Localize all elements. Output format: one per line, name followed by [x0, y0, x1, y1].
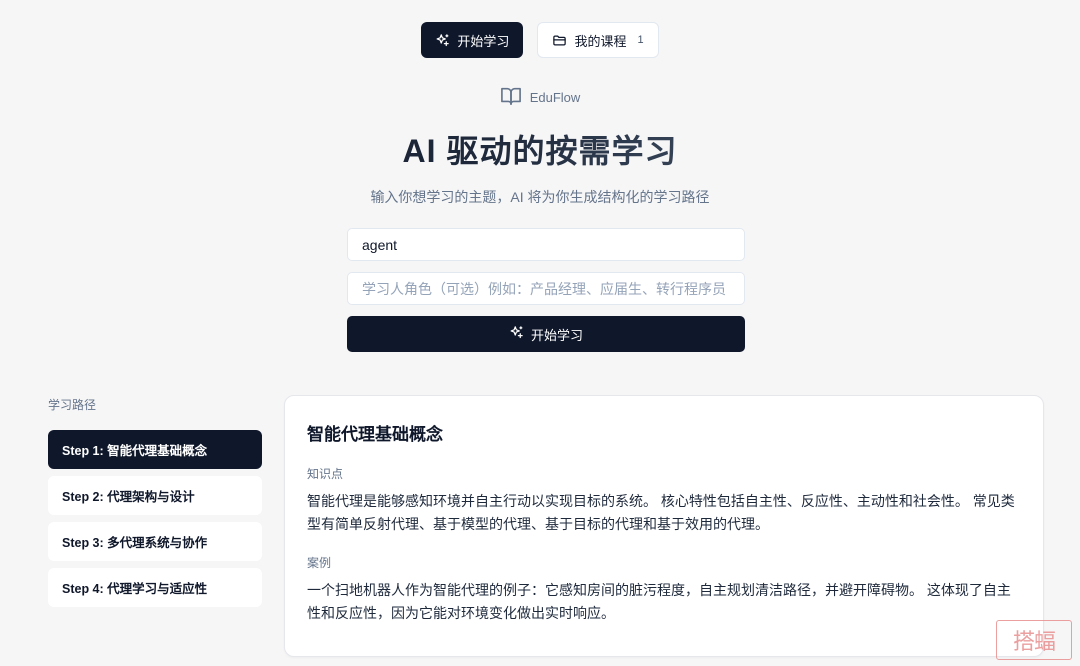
step-item-4[interactable]: Step 4: 代理学习与适应性: [48, 568, 262, 607]
start-learning-label: 开始学习: [530, 327, 583, 343]
start-learning-nav-label: 开始学习: [457, 33, 510, 49]
topic-input[interactable]: [347, 228, 745, 261]
watermark-stamp: 搭蝠: [996, 620, 1072, 660]
knowledge-label: 知识点: [307, 467, 344, 481]
step-label: Step 1: 智能代理基础概念: [62, 444, 208, 458]
book-open-icon: [500, 86, 522, 109]
step-item-1[interactable]: Step 1: 智能代理基础概念: [48, 430, 262, 469]
folder-icon: [552, 33, 567, 48]
page-title: AI 驱动的按需学习: [0, 126, 1080, 172]
step-label: Step 3: 多代理系统与协作: [62, 536, 208, 550]
role-input[interactable]: [347, 272, 745, 305]
example-text: 一个扫地机器人作为智能代理的例子：它感知房间的脏污程度，自主规划清洁路径，并避开…: [307, 582, 1011, 621]
learning-path-steps: Step 1: 智能代理基础概念 Step 2: 代理架构与设计 Step 3:…: [48, 430, 262, 614]
page-subtitle: 输入你想学习的主题，AI 将为你生成结构化的学习路径: [370, 189, 710, 205]
example-label: 案例: [307, 556, 332, 570]
step-label: Step 2: 代理架构与设计: [62, 490, 195, 504]
start-learning-nav-button[interactable]: 开始学习: [421, 22, 524, 58]
lesson-card: 智能代理基础概念 知识点 智能代理是能够感知环境并自主行动以实现目标的系统。 核…: [284, 395, 1044, 657]
my-courses-button[interactable]: 我的课程 1: [537, 22, 659, 58]
knowledge-text: 智能代理是能够感知环境并自主行动以实现目标的系统。 核心特性包括自主性、反应性、…: [307, 493, 1015, 532]
step-label: Step 4: 代理学习与适应性: [62, 582, 208, 596]
brand: EduFlow: [0, 86, 1080, 109]
brand-name: EduFlow: [529, 90, 581, 105]
courses-count-badge: 1: [637, 34, 644, 46]
my-courses-label: 我的课程: [574, 33, 627, 49]
lesson-title: 智能代理基础概念: [307, 425, 443, 444]
step-item-3[interactable]: Step 3: 多代理系统与协作: [48, 522, 262, 561]
learning-path-title: 学习路径: [48, 398, 97, 412]
start-learning-button[interactable]: 开始学习: [347, 316, 745, 352]
step-item-2[interactable]: Step 2: 代理架构与设计: [48, 476, 262, 515]
sparkles-icon: [509, 325, 524, 343]
sparkles-icon: [435, 33, 450, 48]
top-nav: 开始学习 我的课程 1: [0, 22, 1080, 58]
